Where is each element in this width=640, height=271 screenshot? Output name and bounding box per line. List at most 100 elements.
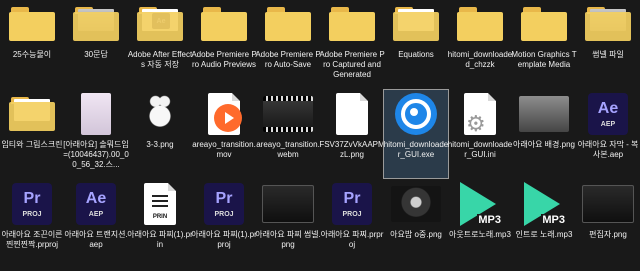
film-strip <box>263 96 313 101</box>
tile-letters: Pr <box>343 189 361 207</box>
file-item[interactable]: 아요밥 o중.png <box>384 180 448 268</box>
image-thumbnail <box>145 93 175 135</box>
file-name: Adobe Premiere Pro Captured and Generate… <box>319 50 385 79</box>
file-item[interactable]: Adobe Premiere Pro Captured and Generate… <box>319 0 385 88</box>
file-item-frame[interactable]: 30문답 <box>64 0 128 88</box>
file-item[interactable]: MP3 아웃트로노래.mp3 <box>448 180 512 268</box>
file-item[interactable]: 3-3.png <box>128 90 192 178</box>
image-thumbnail <box>582 185 634 223</box>
file-item[interactable]: Adobe Premiere Pro Auto-Save <box>255 0 321 88</box>
tile-ext: PROJ <box>342 210 362 218</box>
file-item[interactable]: 썸넬 파일 <box>576 0 640 88</box>
file-item-frame[interactable]: hitomi_downloaded_chzzk <box>448 0 512 88</box>
folder-icon <box>9 97 55 131</box>
file-item[interactable]: Ae AEP 아래아요 자막 - 복사본.aep <box>576 90 640 178</box>
file-item[interactable]: areayo_transition.webm <box>256 90 320 178</box>
folder-body <box>9 12 55 41</box>
folder-icon <box>393 7 439 41</box>
tile-letters: Pr <box>23 189 41 207</box>
file-item[interactable]: Ae AEP 아래아요 트랜지션.aep <box>64 180 128 268</box>
file-icon <box>197 92 251 136</box>
file-item[interactable]: Motion Graphics Template Media <box>511 0 577 88</box>
file-item-frame[interactable]: Motion Graphics Template Media <box>511 0 577 88</box>
file-item-frame[interactable]: PRIN 아래아요 파찌(1).prin <box>127 180 193 268</box>
file-item[interactable]: Ae Adobe After Effects 자동 저장 <box>128 0 192 88</box>
file-item-frame[interactable]: 썸넬 파일 <box>576 0 640 88</box>
file-item-frame[interactable]: Ae AEP 아래아요 자막 - 복사본.aep <box>576 90 640 178</box>
mp3-label: MP3 <box>477 214 502 226</box>
file-item-frame[interactable]: areayo_transition.mov <box>192 90 256 178</box>
film-strip <box>263 127 313 132</box>
file-item[interactable]: areayo_transition.mov <box>192 90 256 178</box>
file-item-frame[interactable]: Adobe Premiere Pro Captured and Generate… <box>319 0 385 88</box>
file-item-frame[interactable]: 3-3.png <box>128 90 192 178</box>
file-item[interactable]: Pr PROJ 아래아요 조끈이른 찐찐찐짝.prproj <box>0 180 64 268</box>
file-item[interactable]: Adobe Premiere Pro Audio Previews <box>191 0 257 88</box>
file-item[interactable]: MP3 인트로 노래.mp3 <box>512 180 576 268</box>
file-item-frame[interactable]: Ae AEP 아래아요 트랜지션.aep <box>64 180 128 268</box>
file-item[interactable]: hitomi_downloader_GUI.exe <box>383 89 449 179</box>
image-thumbnail <box>81 93 111 135</box>
file-name: 아요밥 o중.png <box>390 230 442 239</box>
file-grid: 25수능물이30문답AeAdobe After Effects 자동 저장Ado… <box>0 0 640 271</box>
file-item[interactable]: 아래아요 배경.png <box>512 90 576 178</box>
file-item[interactable]: 30문답 <box>64 0 128 88</box>
file-item[interactable]: Equations <box>384 0 448 88</box>
file-item-frame[interactable]: 아래아요 파찌 썸넬.png <box>255 180 321 268</box>
file-item[interactable]: hitomi_downloaded_chzzk <box>448 0 512 88</box>
file-item-frame[interactable]: FSV37ZvVkAAPMzL.png <box>319 90 385 178</box>
file-item[interactable]: 편집자.png <box>576 180 640 268</box>
file-name: 썸넬 파일 <box>592 50 624 59</box>
file-item[interactable]: 25수능물이 <box>0 0 64 88</box>
file-item-frame[interactable]: Pr PROJ 아래아요 파찌(1).prproj <box>191 180 257 268</box>
video-thumbnail <box>263 96 313 132</box>
file-item[interactable]: PRIN 아래아요 파찌(1).prin <box>127 180 193 268</box>
file-icon <box>261 92 315 136</box>
file-icon <box>517 92 571 136</box>
folder-body <box>585 12 631 41</box>
file-item-frame[interactable]: areayo_transition.webm <box>256 90 320 178</box>
premiere-project-icon: Pr PROJ <box>332 183 372 225</box>
file-item-frame[interactable]: 아래아요 배경.png <box>512 90 576 178</box>
tile-letters: Pr <box>215 189 233 207</box>
file-item-frame[interactable]: hitomi_downloader_GUI.exe <box>383 89 449 179</box>
file-item[interactable]: FSV37ZvVkAAPMzL.png <box>319 90 385 178</box>
file-item-frame[interactable]: Pr PROJ 아래아요 파찌.prproj <box>320 180 384 268</box>
file-name: hitomi_downloader_GUI.ini <box>447 140 513 159</box>
file-item[interactable]: [아래아요] 솔뭐드임=(10046437).00_00_56_32.스... <box>63 90 129 178</box>
file-name: 아래아요 트랜지션.aep <box>64 230 128 249</box>
file-name: 아래아요 파찌(1).prin <box>127 230 193 249</box>
file-item[interactable]: 임티와 그림스크린 <box>0 90 64 178</box>
file-icon <box>389 2 443 46</box>
doc-fold <box>488 93 496 101</box>
file-item[interactable]: Pr PROJ 아래아요 파찌(1).prproj <box>191 180 257 268</box>
file-icon: Ae <box>133 2 187 46</box>
file-item-frame[interactable]: 아요밥 o중.png <box>384 180 448 268</box>
file-name: hitomi_downloaded_chzzk <box>447 50 513 69</box>
tile-letters: Ae <box>85 189 107 207</box>
file-name: 임티와 그림스크린 <box>1 140 63 149</box>
file-item-frame[interactable]: 임티와 그림스크린 <box>0 90 64 178</box>
file-item[interactable]: ⚙ hitomi_downloader_GUI.ini <box>448 90 512 178</box>
file-name: 아래아요 배경.png <box>513 140 575 149</box>
file-item-frame[interactable]: Pr PROJ 아래아요 조끈이른 찐찐찐짝.prproj <box>0 180 64 268</box>
file-item-frame[interactable]: Equations <box>384 0 448 88</box>
settings-file-icon: ⚙ <box>464 93 496 135</box>
file-item-frame[interactable]: MP3 인트로 노래.mp3 <box>512 180 576 268</box>
doc-line <box>152 195 168 197</box>
file-item-frame[interactable]: Ae Adobe After Effects 자동 저장 <box>128 0 192 88</box>
file-item-frame[interactable]: Adobe Premiere Pro Audio Previews <box>191 0 257 88</box>
file-item-frame[interactable]: MP3 아웃트로노래.mp3 <box>448 180 512 268</box>
media-file-icon <box>208 93 242 135</box>
file-item-frame[interactable]: ⚙ hitomi_downloader_GUI.ini <box>448 90 512 178</box>
file-item-frame[interactable]: Adobe Premiere Pro Auto-Save <box>255 0 321 88</box>
doc-fold <box>360 93 368 101</box>
file-item-frame[interactable]: 편집자.png <box>576 180 640 268</box>
file-name: areayo_transition.mov <box>192 140 256 159</box>
file-item[interactable]: 아래아요 파찌 썸넬.png <box>255 180 321 268</box>
file-item-frame[interactable]: 25수능물이 <box>0 0 64 88</box>
file-item-frame[interactable]: [아래아요] 솔뭐드임=(10046437).00_00_56_32.스... <box>63 90 129 178</box>
folder-icon <box>457 7 503 41</box>
file-item[interactable]: Pr PROJ 아래아요 파찌.prproj <box>320 180 384 268</box>
file-name: Motion Graphics Template Media <box>511 50 577 69</box>
